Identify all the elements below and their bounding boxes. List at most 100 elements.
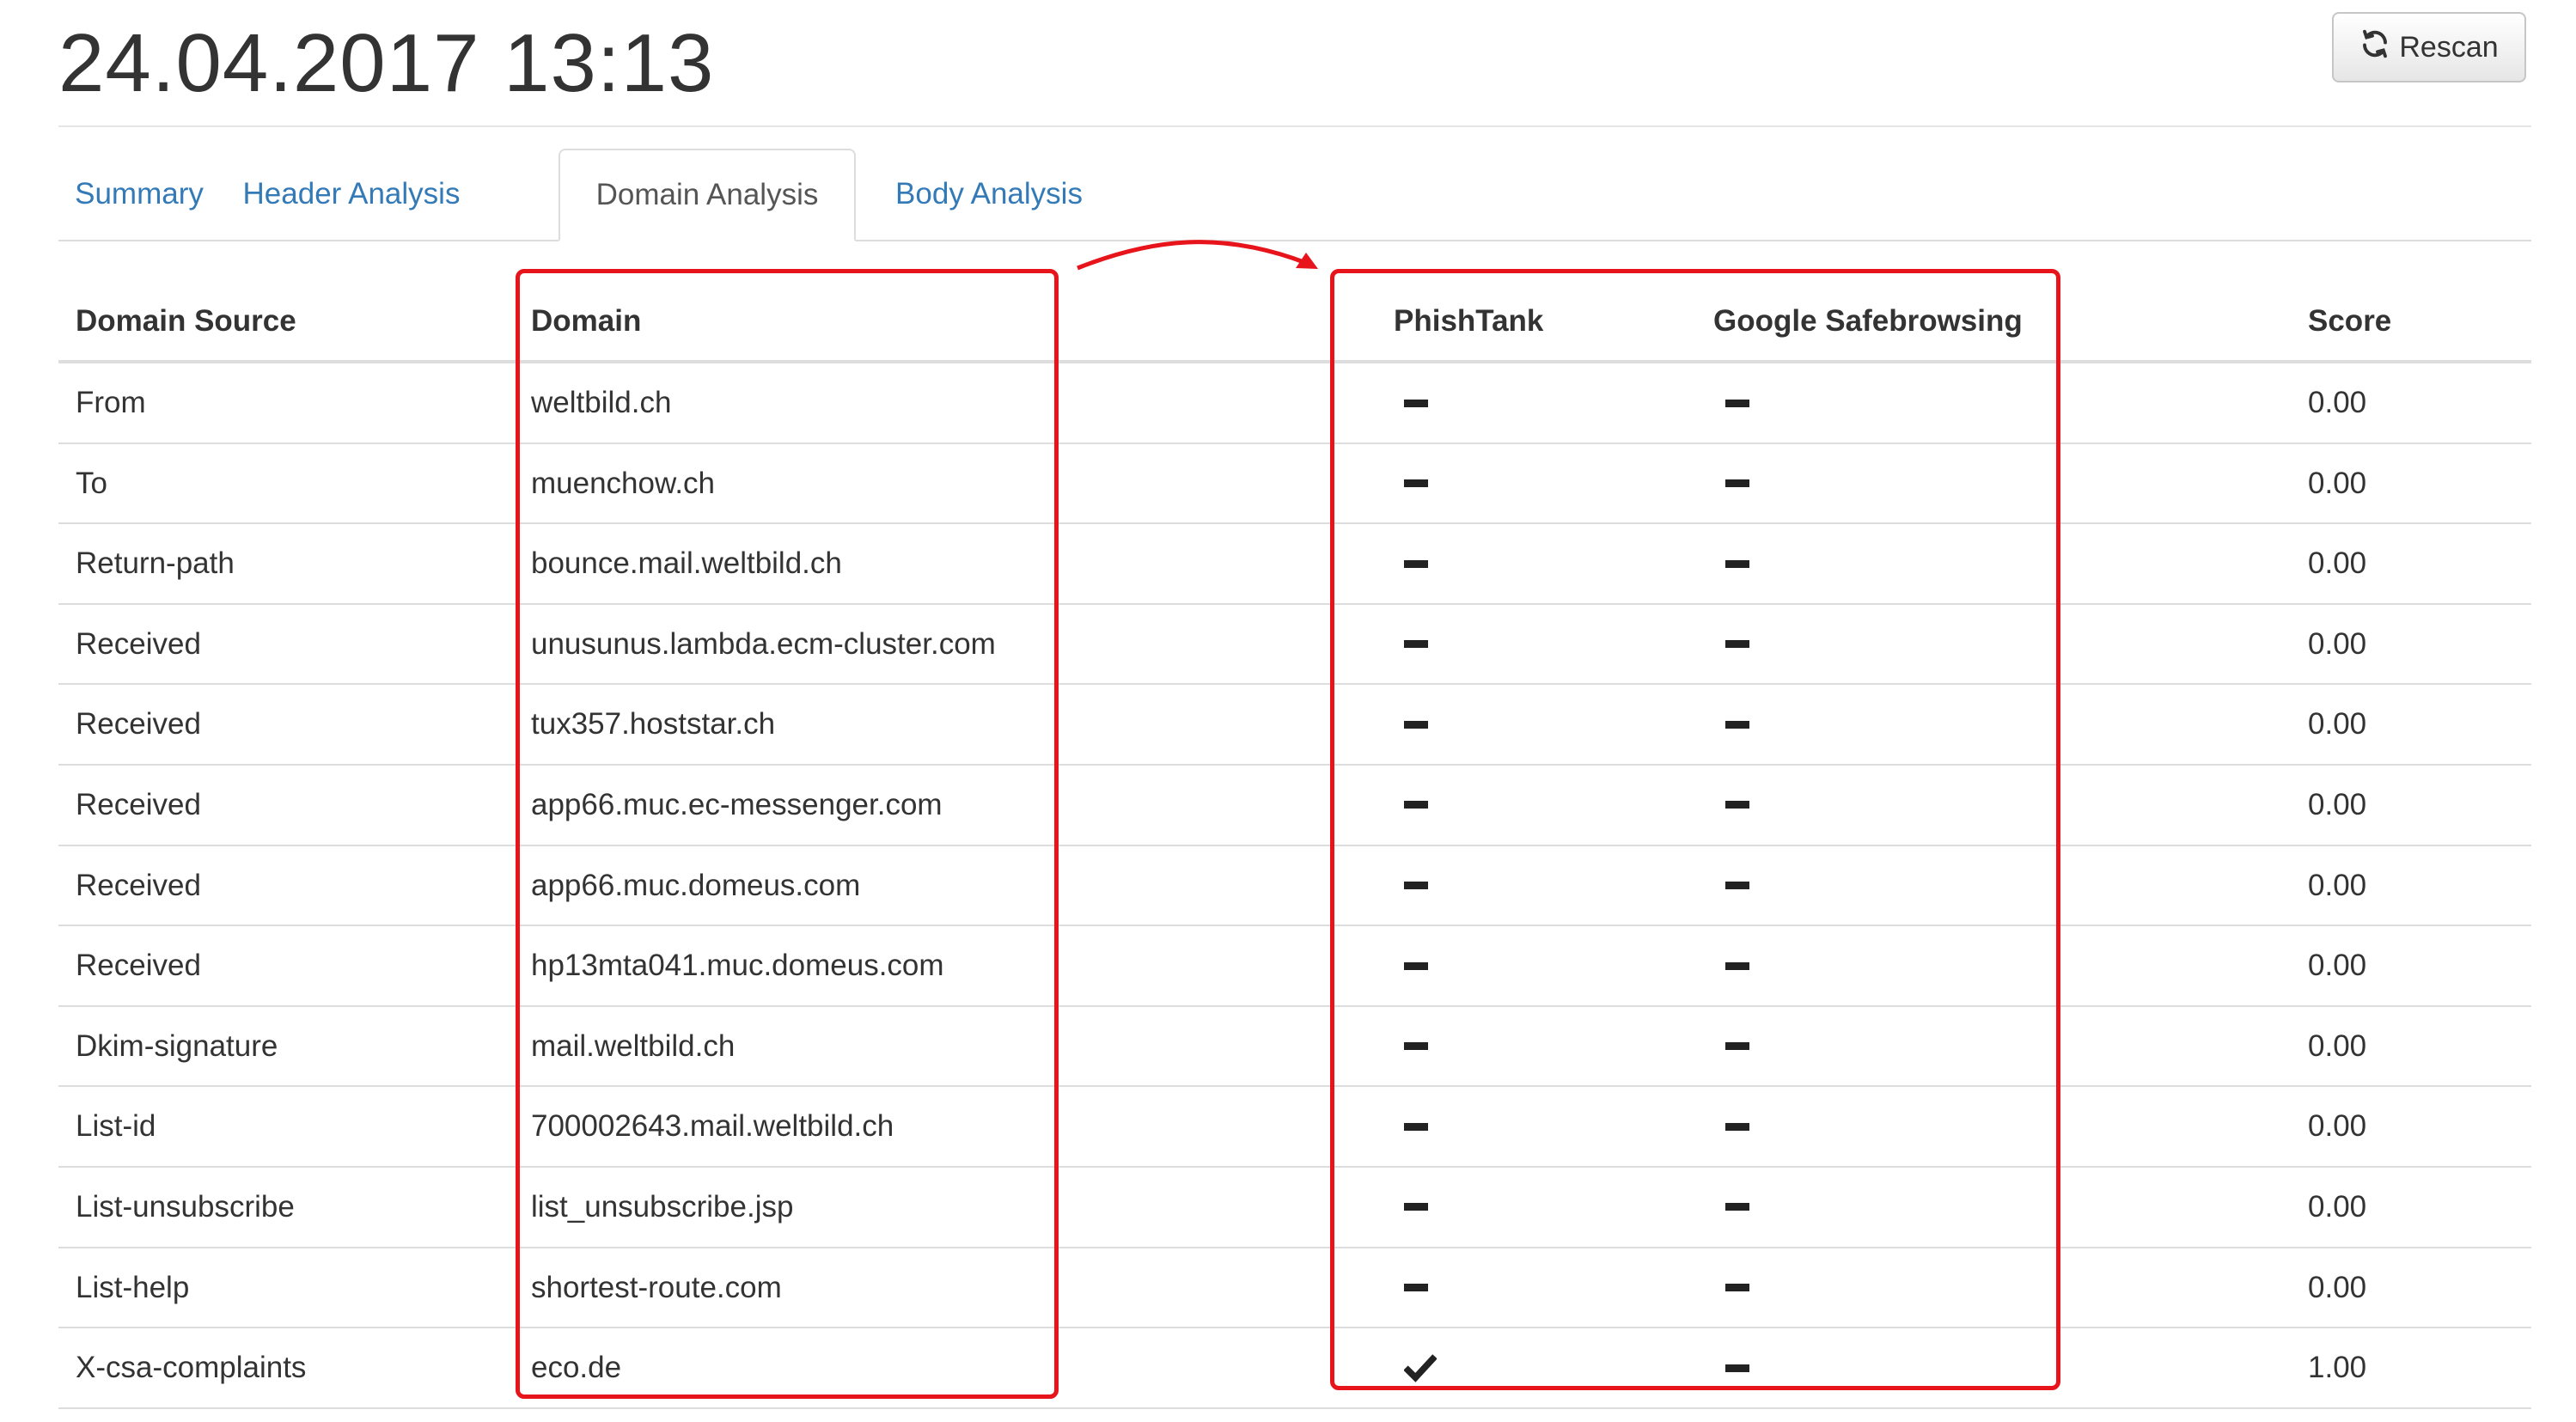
tab-domain-analysis[interactable]: Domain Analysis <box>559 149 856 241</box>
google-safebrowsing-cell <box>1725 1328 1749 1407</box>
col-domain-source: Domain Source <box>76 304 296 338</box>
phishtank-cell <box>1404 363 1428 442</box>
tab-label: Body Analysis <box>895 177 1083 211</box>
col-domain: Domain <box>531 304 642 338</box>
domain-cell: bounce.mail.weltbild.ch <box>531 546 842 581</box>
minus-icon <box>1404 961 1428 970</box>
table-row: X-csa-complaints eco.de 1.00 <box>58 1328 2531 1409</box>
minus-icon <box>1725 399 1749 407</box>
table-row: Received unusunus.lambda.ecm-cluster.com 0… <box>58 605 2531 686</box>
phishtank-cell <box>1404 846 1428 925</box>
minus-icon <box>1725 1284 1749 1292</box>
phishtank-cell <box>1404 685 1428 764</box>
domain-cell: tux357.hoststar.ch <box>531 707 776 742</box>
domain-source-cell: Received <box>76 707 201 742</box>
phishtank-cell <box>1404 1248 1428 1327</box>
domain-cell: app66.muc.domeus.com <box>531 868 861 902</box>
domain-cell: shortest-route.com <box>531 1270 782 1304</box>
minus-icon <box>1404 399 1428 407</box>
google-safebrowsing-cell <box>1725 444 1749 523</box>
phishtank-cell <box>1404 1168 1428 1247</box>
domain-source-cell: List-id <box>76 1109 156 1144</box>
minus-icon <box>1404 479 1428 488</box>
domain-source-cell: X-csa-complaints <box>76 1351 307 1385</box>
score-cell: 0.00 <box>2308 1270 2367 1304</box>
domain-source-cell: Dkim-signature <box>76 1028 278 1063</box>
score-cell: 0.00 <box>2308 707 2367 742</box>
tab-body-analysis[interactable]: Body Analysis <box>888 149 1090 240</box>
minus-icon <box>1725 1042 1749 1051</box>
minus-icon <box>1725 559 1749 568</box>
score-cell: 0.00 <box>2308 626 2367 661</box>
minus-icon <box>1725 640 1749 649</box>
phishtank-cell <box>1404 524 1428 603</box>
minus-icon <box>1404 640 1428 649</box>
score-cell: 0.00 <box>2308 1028 2367 1063</box>
score-cell: 0.00 <box>2308 1189 2367 1224</box>
google-safebrowsing-cell <box>1725 846 1749 925</box>
domain-cell: mail.weltbild.ch <box>531 1028 736 1063</box>
col-google-safebrowsing: Google Safebrowsing <box>1713 304 2023 338</box>
minus-icon <box>1404 1042 1428 1051</box>
google-safebrowsing-cell <box>1725 1007 1749 1086</box>
domain-cell: eco.de <box>531 1351 622 1385</box>
minus-icon <box>1725 720 1749 729</box>
domain-source-cell: Received <box>76 626 201 661</box>
google-safebrowsing-cell <box>1725 524 1749 603</box>
table-header: Domain Source Domain PhishTank Google Sa… <box>58 283 2531 363</box>
tab-label: Header Analysis <box>242 177 461 211</box>
domain-source-cell: List-unsubscribe <box>76 1189 295 1224</box>
tab-header-analysis[interactable]: Header Analysis <box>237 149 466 240</box>
minus-icon <box>1404 882 1428 890</box>
tab-summary[interactable]: Summary <box>75 149 204 240</box>
rescan-label: Rescan <box>2399 30 2499 64</box>
google-safebrowsing-cell <box>1725 605 1749 684</box>
table-row: Dkim-signature mail.weltbild.ch 0.00 <box>58 1007 2531 1088</box>
phishtank-cell <box>1404 1087 1428 1166</box>
tab-bar: Summary Header Analysis Domain Analysis … <box>58 149 2531 241</box>
table-body: From weltbild.ch 0.00 To muenchow.ch 0.00 Retu… <box>58 363 2531 1409</box>
domain-cell: app66.muc.ec-messenger.com <box>531 787 943 821</box>
domain-cell: hp13mta041.muc.domeus.com <box>531 949 944 983</box>
table-row: List-unsubscribe list_unsubscribe.jsp 0.00 <box>58 1168 2531 1248</box>
domain-source-cell: From <box>76 386 146 419</box>
domain-source-cell: List-help <box>76 1270 190 1304</box>
score-cell: 0.00 <box>2308 949 2367 983</box>
refresh-icon <box>2359 28 2390 67</box>
score-cell: 0.00 <box>2308 386 2367 419</box>
domain-cell: list_unsubscribe.jsp <box>531 1189 794 1224</box>
google-safebrowsing-cell <box>1725 685 1749 764</box>
minus-icon <box>1725 961 1749 970</box>
score-cell: 1.00 <box>2308 1351 2367 1385</box>
minus-icon <box>1404 559 1428 568</box>
minus-icon <box>1725 1203 1749 1211</box>
minus-icon <box>1725 1122 1749 1131</box>
domain-cell: unusunus.lambda.ecm-cluster.com <box>531 626 996 661</box>
domain-source-cell: Return-path <box>76 546 235 581</box>
domain-source-cell: Received <box>76 949 201 983</box>
minus-icon <box>1404 1203 1428 1211</box>
page-title: 24.04.2017 13:13 <box>58 17 715 109</box>
score-cell: 0.00 <box>2308 787 2367 821</box>
google-safebrowsing-cell <box>1725 1087 1749 1166</box>
table-row: Return-path bounce.mail.weltbild.ch 0.00 <box>58 524 2531 605</box>
minus-icon <box>1725 882 1749 890</box>
table-row: Received app66.muc.ec-messenger.com 0.00 <box>58 766 2531 846</box>
col-score: Score <box>2308 304 2392 338</box>
table-row: From weltbild.ch 0.00 <box>58 363 2531 444</box>
domain-source-cell: Received <box>76 868 201 902</box>
rescan-button[interactable]: Rescan <box>2332 12 2526 82</box>
minus-icon <box>1404 1122 1428 1131</box>
minus-icon <box>1404 801 1428 809</box>
domain-cell: weltbild.ch <box>531 386 672 419</box>
annotation-arrow <box>1077 240 1318 271</box>
table-row: List-id 700002643.mail.weltbild.ch 0.00 <box>58 1087 2531 1168</box>
minus-icon <box>1404 1284 1428 1292</box>
phishtank-cell <box>1404 605 1428 684</box>
google-safebrowsing-cell <box>1725 766 1749 845</box>
table-row: Received app66.muc.domeus.com 0.00 <box>58 846 2531 927</box>
google-safebrowsing-cell <box>1725 363 1749 442</box>
tab-label: Domain Analysis <box>595 178 819 211</box>
table-row: Received tux357.hoststar.ch 0.00 <box>58 685 2531 766</box>
table-row: List-help shortest-route.com 0.00 <box>58 1248 2531 1329</box>
